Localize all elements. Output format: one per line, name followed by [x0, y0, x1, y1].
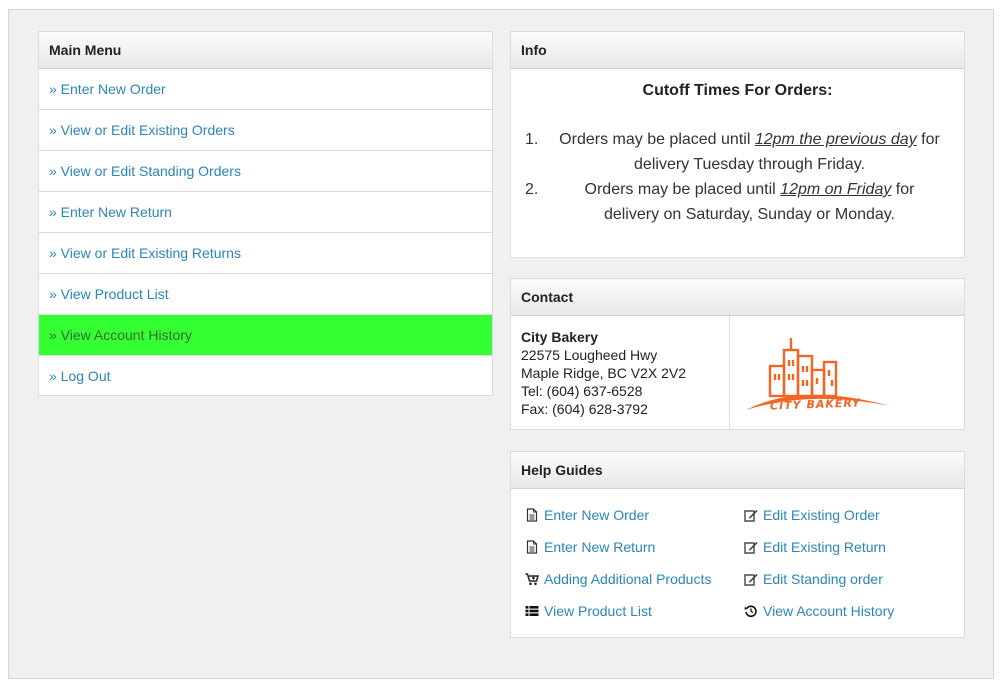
help-link-label: Adding Additional Products [544, 571, 712, 587]
menu-item-view-edit-standing-orders[interactable]: » View or Edit Standing Orders [39, 151, 492, 192]
help-link-view-account-history[interactable]: View Account History [744, 601, 894, 621]
cutoff-text-pre: Orders may be placed until [559, 131, 755, 148]
cutoff-item-1: 1. Orders may be placed until 12pm the p… [525, 127, 944, 177]
edit-icon [744, 510, 758, 522]
help-guides-grid: Enter New Order Edit Existing Order Ente… [511, 489, 964, 619]
list-number: 2. [525, 181, 539, 198]
help-link-label: Enter New Return [544, 539, 656, 555]
help-link-label: Enter New Order [544, 507, 650, 523]
cutoff-item-2: 2. Orders may be placed until 12pm on Fr… [525, 177, 944, 227]
help-link-view-product-list[interactable]: View Product List [525, 601, 652, 621]
cutoff-heading: Cutoff Times For Orders: [642, 82, 833, 99]
page-container: Main Menu » Enter New Order » View or Ed… [8, 9, 994, 679]
info-title: Info [511, 32, 964, 69]
contact-panel: Contact City Bakery 22575 Lougheed Hwy M… [510, 278, 965, 430]
history-icon [744, 605, 757, 618]
document-icon [526, 508, 538, 522]
cutoff-text-pre: Orders may be placed until [584, 181, 781, 198]
cutoff-text: Orders may be placed until 12pm the prev… [555, 127, 944, 177]
menu-item-view-edit-existing-orders[interactable]: » View or Edit Existing Orders [39, 110, 492, 151]
document-icon [526, 540, 538, 554]
contact-title: Contact [511, 279, 964, 316]
help-link-label: View Product List [544, 603, 652, 619]
edit-icon [744, 542, 758, 554]
help-guides-title: Help Guides [511, 452, 964, 489]
help-link-label: Edit Existing Order [763, 507, 880, 523]
menu-item-view-edit-existing-returns[interactable]: » View or Edit Existing Returns [39, 233, 492, 274]
help-link-enter-new-order[interactable]: Enter New Order [525, 505, 649, 525]
business-name: City Bakery [521, 329, 599, 345]
help-guides-panel: Help Guides Enter New Order Edit Existin… [510, 451, 965, 638]
help-link-edit-existing-return[interactable]: Edit Existing Return [744, 537, 886, 557]
cutoff-text-emphasis: 12pm the previous day [754, 131, 917, 148]
help-link-adding-additional-products[interactable]: Adding Additional Products [525, 569, 711, 589]
menu-item-enter-new-order[interactable]: » Enter New Order [39, 69, 492, 110]
help-link-edit-standing-order[interactable]: Edit Standing order [744, 569, 883, 589]
menu-item-view-product-list[interactable]: » View Product List [39, 274, 492, 315]
phone-number: Tel: (604) 637-6528 [521, 383, 643, 399]
help-link-label: Edit Existing Return [763, 539, 886, 555]
city-bakery-logo: CITY BAKERY [730, 316, 964, 429]
cutoff-text-emphasis: 12pm on Friday [780, 181, 892, 198]
main-menu-title: Main Menu [39, 32, 492, 69]
fax-number: Fax: (604) 628-3792 [521, 401, 648, 417]
contact-details: City Bakery 22575 Lougheed Hwy Maple Rid… [511, 316, 730, 429]
menu-item-view-account-history[interactable]: » View Account History [39, 315, 492, 356]
edit-icon [744, 574, 758, 586]
help-link-enter-new-return[interactable]: Enter New Return [525, 537, 655, 557]
info-panel: Info Cutoff Times For Orders: 1. Orders … [510, 31, 965, 258]
help-link-label: View Account History [763, 603, 895, 619]
menu-item-log-out[interactable]: » Log Out [39, 356, 492, 396]
main-menu-panel: Main Menu » Enter New Order » View or Ed… [38, 31, 493, 396]
cutoff-text: Orders may be placed until 12pm on Frida… [555, 177, 944, 227]
cart-plus-icon [525, 573, 539, 586]
contact-body: City Bakery 22575 Lougheed Hwy Maple Rid… [511, 316, 964, 429]
help-link-label: Edit Standing order [763, 571, 883, 587]
address-line-1: 22575 Lougheed Hwy [521, 347, 658, 363]
help-link-edit-existing-order[interactable]: Edit Existing Order [744, 505, 880, 525]
list-icon [525, 606, 539, 616]
address-line-2: Maple Ridge, BC V2X 2V2 [521, 365, 686, 381]
main-menu-list: » Enter New Order » View or Edit Existin… [39, 69, 492, 396]
list-number: 1. [525, 131, 539, 148]
menu-item-enter-new-return[interactable]: » Enter New Return [39, 192, 492, 233]
cutoff-list: 1. Orders may be placed until 12pm the p… [525, 127, 944, 227]
